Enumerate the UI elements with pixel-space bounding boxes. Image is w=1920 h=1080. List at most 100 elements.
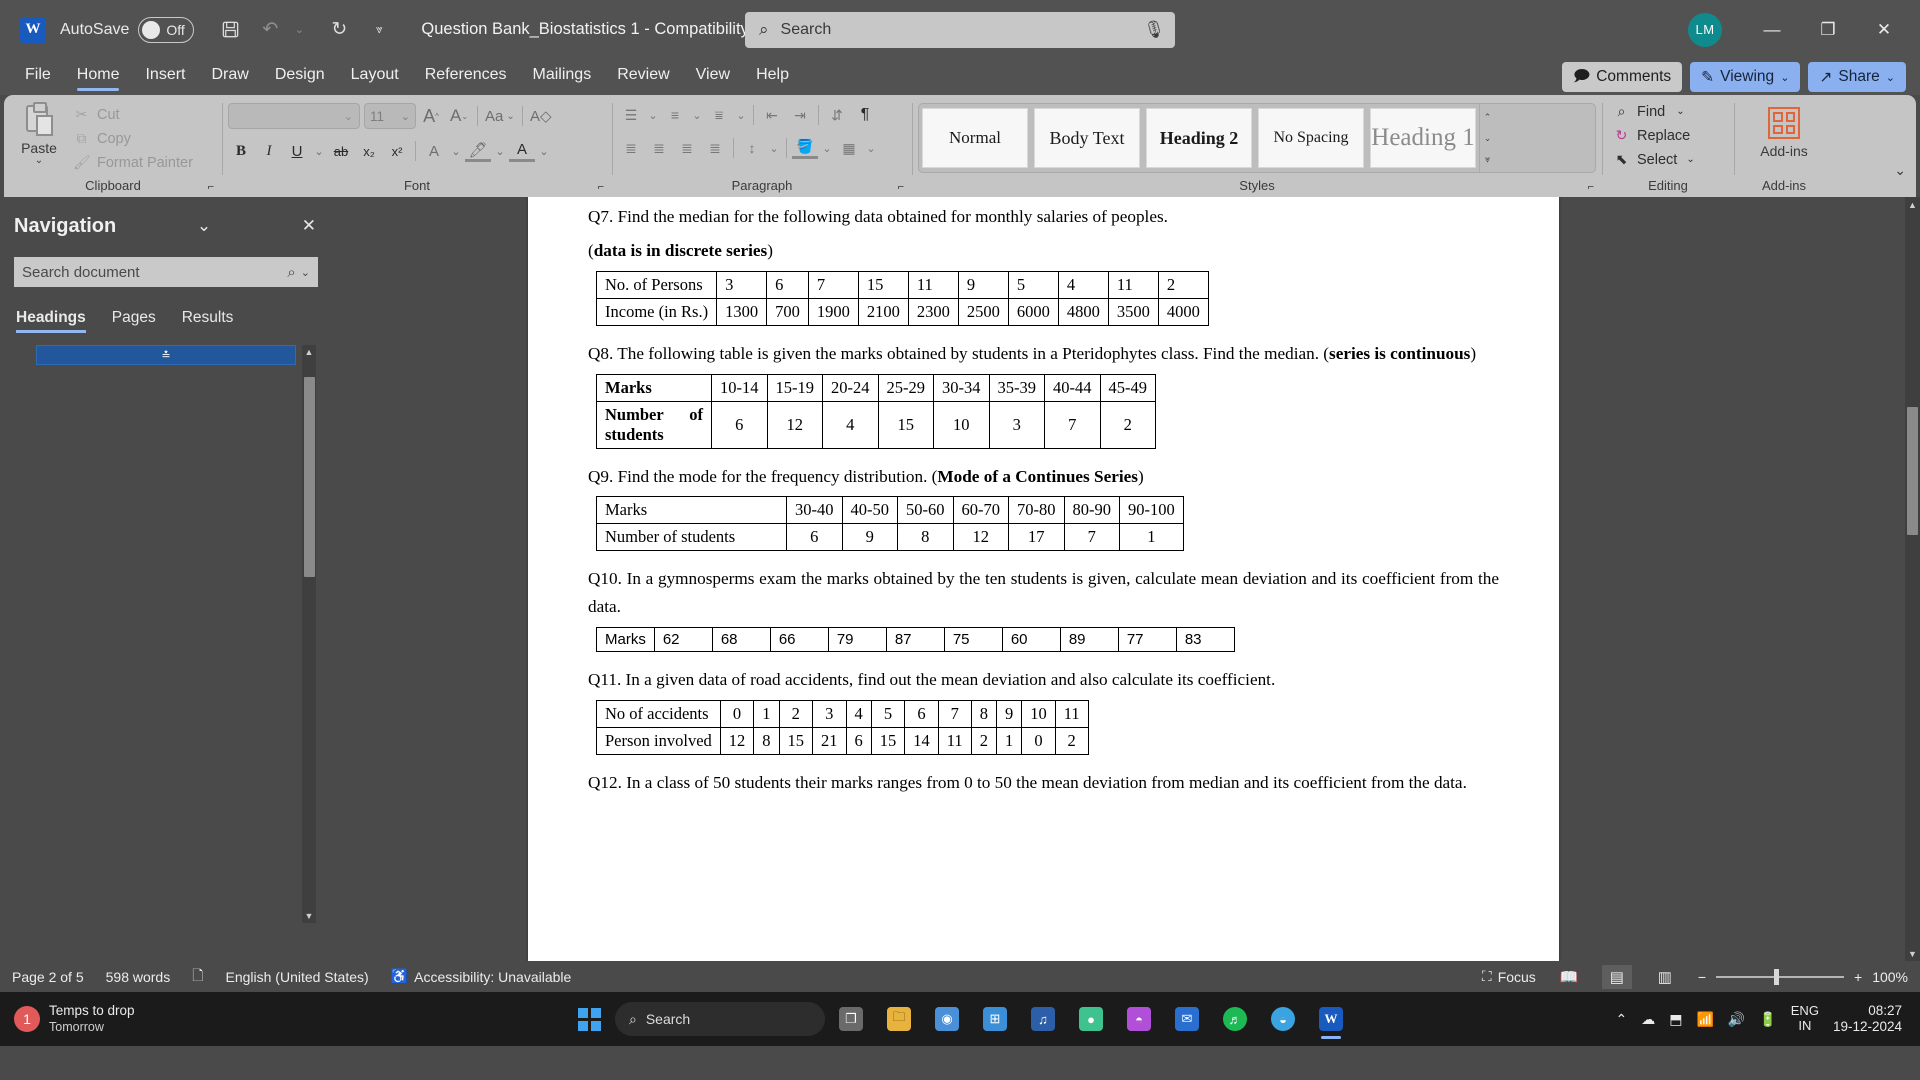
underline-dropdown-icon[interactable]: ⌄ (312, 138, 326, 164)
styles-dialog-launcher[interactable]: ⌐ (1588, 181, 1594, 193)
bullets-dropdown-icon[interactable]: ⌄ (646, 103, 660, 127)
copy-button[interactable]: ⧉ Copy (68, 128, 198, 149)
style-normal[interactable]: Normal (922, 108, 1028, 168)
strikethrough-button[interactable]: ab (328, 138, 354, 164)
taskbar-app-store[interactable]: ⊞ (973, 997, 1017, 1041)
taskbar-app-edge[interactable]: ◒ (1261, 997, 1305, 1041)
taskbar-app-file-explorer[interactable]: 🗀 (877, 997, 921, 1041)
nav-tab-pages[interactable]: Pages (112, 309, 156, 333)
taskbar-app-taskview[interactable]: ❐ (829, 997, 873, 1041)
search-icon[interactable]: ⌕ (287, 264, 295, 281)
web-layout-icon[interactable]: ▥ (1650, 965, 1680, 989)
tab-references[interactable]: References (412, 62, 520, 92)
nav-tab-results[interactable]: Results (182, 309, 234, 333)
italic-button[interactable]: I (256, 138, 282, 164)
comments-button[interactable]: 🗩 Comments (1562, 62, 1683, 92)
styles-gallery-scroll[interactable]: ⌃ ⌄ ⩔ (1479, 104, 1495, 172)
accessibility-status[interactable]: ♿ Accessibility: Unavailable (391, 968, 572, 985)
print-layout-icon[interactable]: ▤ (1601, 964, 1632, 989)
paste-button[interactable]: Paste ⌄ (10, 99, 68, 166)
navigation-heading-item[interactable]: ≛ (36, 345, 296, 365)
shading-dropdown-icon[interactable]: ⌄ (820, 136, 834, 160)
font-color-dropdown-icon[interactable]: ⌄ (537, 138, 551, 164)
tray-expand-icon[interactable]: ⌃ (1615, 1011, 1627, 1028)
replace-button[interactable]: ↻ Replace (1608, 125, 1700, 146)
numbering-dropdown-icon[interactable]: ⌄ (690, 103, 704, 127)
format-painter-button[interactable]: 🖌 Format Painter (68, 152, 198, 173)
document-scrollbar[interactable]: ▲ ▼ (1905, 197, 1920, 961)
autosave-toggle[interactable]: Off (138, 16, 195, 43)
chevron-down-icon[interactable]: ⌄ (401, 110, 410, 123)
nav-scroll-up-icon[interactable]: ▲ (305, 345, 314, 359)
restore-button[interactable]: ❐ (1800, 9, 1856, 51)
q11-table[interactable]: No of accidents 0 1 2 3 4 5 6 7 8 9 10 11 Person invo… (596, 700, 1089, 756)
taskbar-app-outlook[interactable]: ✉ (1165, 997, 1209, 1041)
battery-icon[interactable]: 🔋 (1759, 1011, 1776, 1028)
clipboard-dialog-launcher[interactable]: ⌐ (208, 181, 214, 193)
zoom-track[interactable] (1716, 968, 1844, 985)
line-spacing-dropdown-icon[interactable]: ⌄ (767, 136, 781, 160)
tab-review[interactable]: Review (604, 62, 682, 92)
font-dialog-launcher[interactable]: ⌐ (598, 181, 604, 193)
viewing-mode-button[interactable]: ✎ Viewing ⌄ (1690, 62, 1801, 92)
style-heading-2[interactable]: Heading 2 (1146, 108, 1252, 168)
align-left-icon[interactable]: ≣ (618, 136, 644, 160)
taskbar-app-word[interactable]: W (1309, 997, 1353, 1041)
taskbar-app-firefox[interactable]: ◓ (1117, 997, 1161, 1041)
show-formatting-marks-icon[interactable]: ¶ (852, 103, 878, 127)
chevron-down-icon[interactable]: ⌄ (1676, 106, 1684, 117)
align-center-icon[interactable]: ≣ (646, 136, 672, 160)
text-effects-button[interactable]: A (421, 138, 447, 164)
doc-scroll-thumb[interactable] (1907, 407, 1918, 535)
tab-mailings[interactable]: Mailings (520, 62, 605, 92)
q10-table[interactable]: Marks 62 68 66 79 87 75 60 89 77 83 (596, 627, 1235, 653)
proofing-errors-icon[interactable]: 🗋 (192, 965, 203, 989)
font-name-input[interactable]: ⌄ (228, 103, 360, 129)
styles-scroll-up-icon[interactable]: ⌃ (1484, 107, 1492, 127)
justify-icon[interactable]: ≣ (702, 136, 728, 160)
taskbar-app-audio-editor[interactable]: ♫ (1021, 997, 1065, 1041)
font-color-button[interactable]: A (509, 140, 535, 162)
navigation-scrollbar[interactable]: ▲ ▼ (302, 345, 316, 923)
chevron-down-icon[interactable]: ⌄ (35, 156, 43, 166)
page-indicator[interactable]: Page 2 of 5 (12, 969, 84, 985)
borders-dropdown-icon[interactable]: ⌄ (864, 136, 878, 160)
underline-button[interactable]: U (284, 138, 310, 164)
tab-file[interactable]: File (12, 62, 64, 92)
focus-button[interactable]: ⛶ Focus (1482, 968, 1536, 985)
weather-widget[interactable]: 1 Temps to drop Tomorrow (14, 1003, 135, 1034)
font-size-input[interactable]: 11 ⌄ (364, 103, 416, 129)
find-button[interactable]: ⌕ Find ⌄ (1608, 101, 1700, 122)
tab-draw[interactable]: Draw (198, 62, 261, 92)
subscript-button[interactable]: x₂ (356, 138, 382, 164)
taskbar-app-chrome[interactable]: ◉ (925, 997, 969, 1041)
change-case-icon[interactable]: Aa ⌄ (483, 103, 517, 129)
styles-scroll-down-icon[interactable]: ⌄ (1484, 128, 1492, 148)
style-no-spacing[interactable]: No Spacing (1258, 108, 1364, 168)
word-count[interactable]: 598 words (106, 969, 171, 985)
zoom-in-button[interactable]: + (1854, 969, 1862, 985)
chevron-down-icon[interactable]: ⌄ (187, 216, 221, 236)
shrink-font-icon[interactable]: A ⌄ (446, 103, 472, 129)
line-spacing-icon[interactable]: ↕ (739, 136, 765, 160)
network-icon[interactable]: 📶 (1696, 1011, 1713, 1028)
decrease-indent-icon[interactable]: ⇤ (759, 103, 785, 127)
bold-button[interactable]: B (228, 138, 254, 164)
cut-button[interactable]: ✂ Cut (68, 104, 198, 125)
sort-icon[interactable]: ⇵ (824, 103, 850, 127)
highlight-dropdown-icon[interactable]: ⌄ (493, 138, 507, 164)
zoom-knob[interactable] (1774, 968, 1779, 985)
numbering-icon[interactable]: ≡ (662, 103, 688, 127)
addins-button[interactable]: Add-ins (1749, 99, 1819, 159)
navigation-search-input[interactable]: Search document ⌕ ⌄ (14, 257, 318, 287)
taskbar-search[interactable]: ⌕ Search (615, 1002, 825, 1036)
zoom-out-button[interactable]: − (1698, 969, 1706, 985)
zoom-slider[interactable]: − + 100% (1698, 968, 1908, 985)
superscript-button[interactable]: x² (384, 138, 410, 164)
onedrive-icon[interactable]: ☁ (1641, 1011, 1655, 1028)
tab-home[interactable]: Home (64, 62, 133, 92)
tab-help[interactable]: Help (743, 62, 802, 92)
highlight-color-button[interactable]: 🖊 (465, 140, 491, 162)
doc-scroll-up-icon[interactable]: ▲ (1905, 197, 1920, 212)
chevron-down-icon[interactable]: ⌄ (1886, 71, 1895, 84)
